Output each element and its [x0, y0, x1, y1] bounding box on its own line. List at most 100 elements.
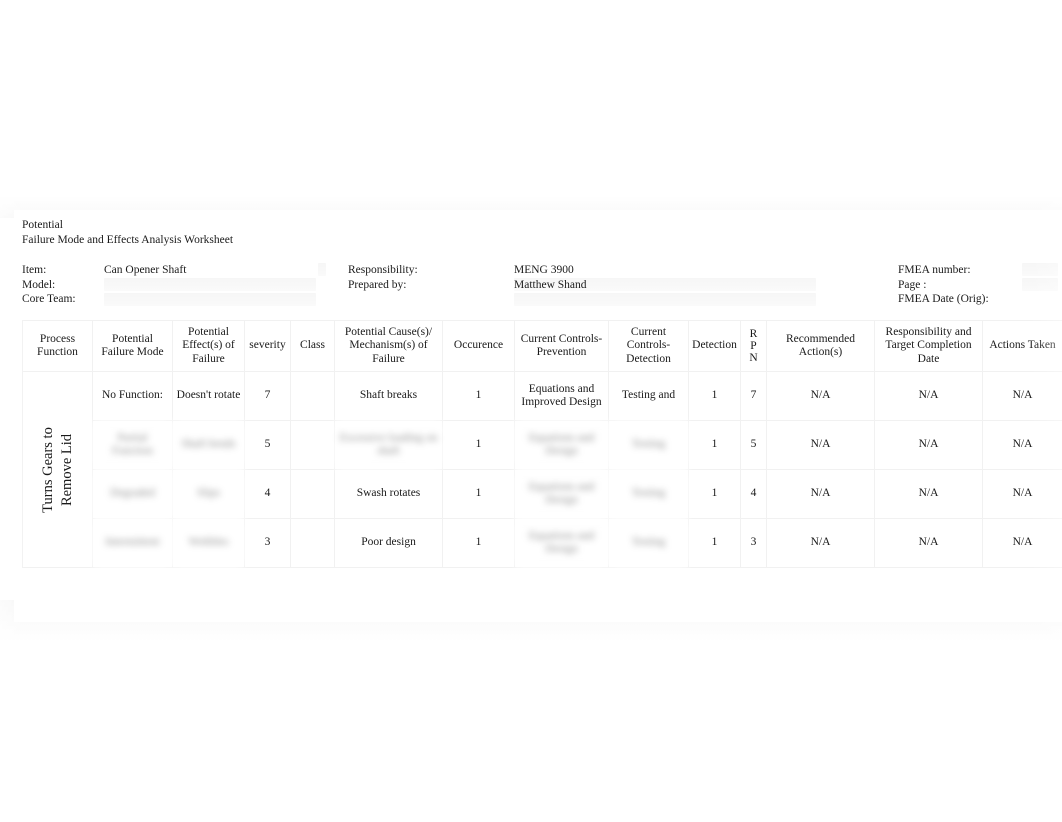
cell-causes[interactable]: Poor design [334, 518, 443, 568]
cell-detection[interactable]: 1 [688, 420, 741, 470]
fmea-table: Process Function Potential Failure Mode … [22, 320, 1062, 568]
cell-severity[interactable]: 7 [244, 371, 291, 421]
cell-controls-detection[interactable]: Testing [608, 518, 689, 568]
cell-recommended-action[interactable]: N/A [766, 518, 875, 568]
prepared-by-label: Prepared by: [348, 278, 407, 291]
document-title-line2: Failure Mode and Effects Analysis Worksh… [22, 234, 234, 246]
cell-occurence[interactable]: 1 [442, 371, 515, 421]
meta-labels-left: Item: Model: Core Team: [22, 263, 102, 307]
cell-recommended-action[interactable]: N/A [766, 371, 875, 421]
cell-class[interactable] [290, 371, 335, 421]
cell-failure-mode[interactable]: No Function: [92, 371, 173, 421]
header-responsibility-target: Responsibility and Target Completion Dat… [874, 320, 983, 372]
header-actions-taken: Actions Taken [982, 320, 1062, 372]
cell-controls-prevention[interactable]: Equations and Design [514, 420, 609, 470]
model-value[interactable] [104, 278, 314, 293]
header-controls-prevention: Current Controls-Prevention [514, 320, 609, 372]
cell-occurence[interactable]: 1 [442, 518, 515, 568]
fmea-worksheet-page: Potential Failure Mode and Effects Analy… [14, 210, 1062, 622]
cell-controls-detection[interactable]: Testing [608, 420, 689, 470]
cell-controls-prevention[interactable]: Equations and Design [514, 518, 609, 568]
cell-class[interactable] [290, 469, 335, 519]
document-title: Potential Failure Mode and Effects Analy… [22, 218, 233, 248]
header-severity: severity [244, 320, 291, 372]
cell-causes[interactable]: Excessive loading on shaft [334, 420, 443, 470]
cell-severity[interactable]: 4 [244, 469, 291, 519]
cell-class[interactable] [290, 420, 335, 470]
core-team-value[interactable] [104, 292, 314, 307]
process-function-line2: Remove Lid [58, 433, 75, 506]
cell-effects[interactable]: Wobbles [172, 518, 245, 568]
cell-responsibility-target[interactable]: N/A [874, 518, 983, 568]
responsibility-value[interactable]: MENG 3900 [514, 263, 784, 278]
document-title-line1: Potential [22, 219, 63, 231]
header-controls-detection: Current Controls-Detection [608, 320, 689, 372]
cell-controls-prevention[interactable]: Equations and Design [514, 469, 609, 519]
cell-detection[interactable]: 1 [688, 371, 741, 421]
cell-occurence[interactable]: 1 [442, 469, 515, 519]
cell-controls-detection[interactable]: Testing and [608, 371, 689, 421]
cell-effects[interactable]: Slips [172, 469, 245, 519]
meta-labels-right: FMEA number: Page : FMEA Date (Orig): [898, 263, 1058, 307]
cell-class[interactable] [290, 518, 335, 568]
cell-detection[interactable]: 1 [688, 518, 741, 568]
meta-labels-mid: Responsibility: Prepared by: [348, 263, 508, 292]
process-function-line1: Turns Gears to [39, 426, 56, 513]
header-class: Class [290, 320, 335, 372]
cell-actions-taken[interactable]: N/A [982, 518, 1062, 568]
header-recommended-action: Recommended Action(s) [766, 320, 875, 372]
header-occurence: Occurence [442, 320, 515, 372]
cell-failure-mode[interactable]: Degraded [92, 469, 173, 519]
cell-recommended-action[interactable]: N/A [766, 469, 875, 519]
cell-recommended-action[interactable]: N/A [766, 420, 875, 470]
core-team-label: Core Team: [22, 293, 76, 306]
cell-failure-mode[interactable]: Partial Function [92, 420, 173, 470]
meta-values-left: Can Opener Shaft [104, 263, 314, 307]
fmea-date-label: FMEA Date (Orig): [898, 293, 989, 306]
worksheet-meta-header: Item: Model: Core Team: Can Opener Shaft… [22, 263, 1058, 307]
header-potential-effects: Potential Effect(s) of Failure [172, 320, 245, 372]
cell-occurence[interactable]: 1 [442, 420, 515, 470]
header-rpn-n: N [749, 352, 758, 364]
fmea-number-label: FMEA number: [898, 264, 971, 276]
cell-rpn[interactable]: 3 [740, 518, 767, 568]
cell-controls-prevention[interactable]: Equations and Improved Design [514, 371, 609, 421]
cell-responsibility-target[interactable]: N/A [874, 469, 983, 519]
header-rpn-r: R [749, 328, 758, 340]
header-rpn: R P N [740, 320, 767, 372]
item-value[interactable]: Can Opener Shaft [104, 263, 314, 278]
table-body: Turns Gears to Remove Lid No Function: D… [22, 371, 1062, 568]
header-detection: Detection [688, 320, 741, 372]
model-label: Model: [22, 278, 56, 291]
core-team-field-blank-2[interactable] [514, 293, 816, 306]
item-label: Item: [22, 264, 47, 276]
cell-actions-taken[interactable]: N/A [982, 469, 1062, 519]
cell-causes[interactable]: Swash rotates [334, 469, 443, 519]
header-potential-causes: Potential Cause(s)/ Mechanism(s) of Fail… [334, 320, 443, 372]
cell-actions-taken[interactable]: N/A [982, 420, 1062, 470]
table-row: Partial Function Shaft bends 5 Excessive… [23, 420, 1062, 470]
cell-rpn[interactable]: 4 [740, 469, 767, 519]
cell-responsibility-target[interactable]: N/A [874, 420, 983, 470]
page-label: Page : [898, 278, 927, 291]
header-process-function: Process Function [22, 320, 93, 372]
table-row: Degraded Slips 4 Swash rotates 1 Equatio… [23, 469, 1062, 519]
cell-severity[interactable]: 3 [244, 518, 291, 568]
meta-values-mid: MENG 3900 Matthew Shand [514, 263, 784, 292]
cell-detection[interactable]: 1 [688, 469, 741, 519]
cell-responsibility-target[interactable]: N/A [874, 371, 983, 421]
table-row: Intermittent Wobbles 3 Poor design 1 Equ… [23, 518, 1062, 568]
cell-failure-mode[interactable]: Intermittent [92, 518, 173, 568]
header-rpn-p: P [750, 340, 757, 352]
cell-actions-taken[interactable]: N/A [982, 371, 1062, 421]
table-header-row: Process Function Potential Failure Mode … [22, 320, 1062, 372]
cell-rpn[interactable]: 7 [740, 371, 767, 421]
cell-effects[interactable]: Shaft bends [172, 420, 245, 470]
cell-effects[interactable]: Doesn't rotate [172, 371, 245, 421]
prepared-by-value[interactable]: Matthew Shand [514, 278, 784, 293]
cell-rpn[interactable]: 5 [740, 420, 767, 470]
cell-severity[interactable]: 5 [244, 420, 291, 470]
cell-controls-detection[interactable]: Testing [608, 469, 689, 519]
item-field-blank[interactable] [318, 263, 326, 276]
cell-causes[interactable]: Shaft breaks [334, 371, 443, 421]
